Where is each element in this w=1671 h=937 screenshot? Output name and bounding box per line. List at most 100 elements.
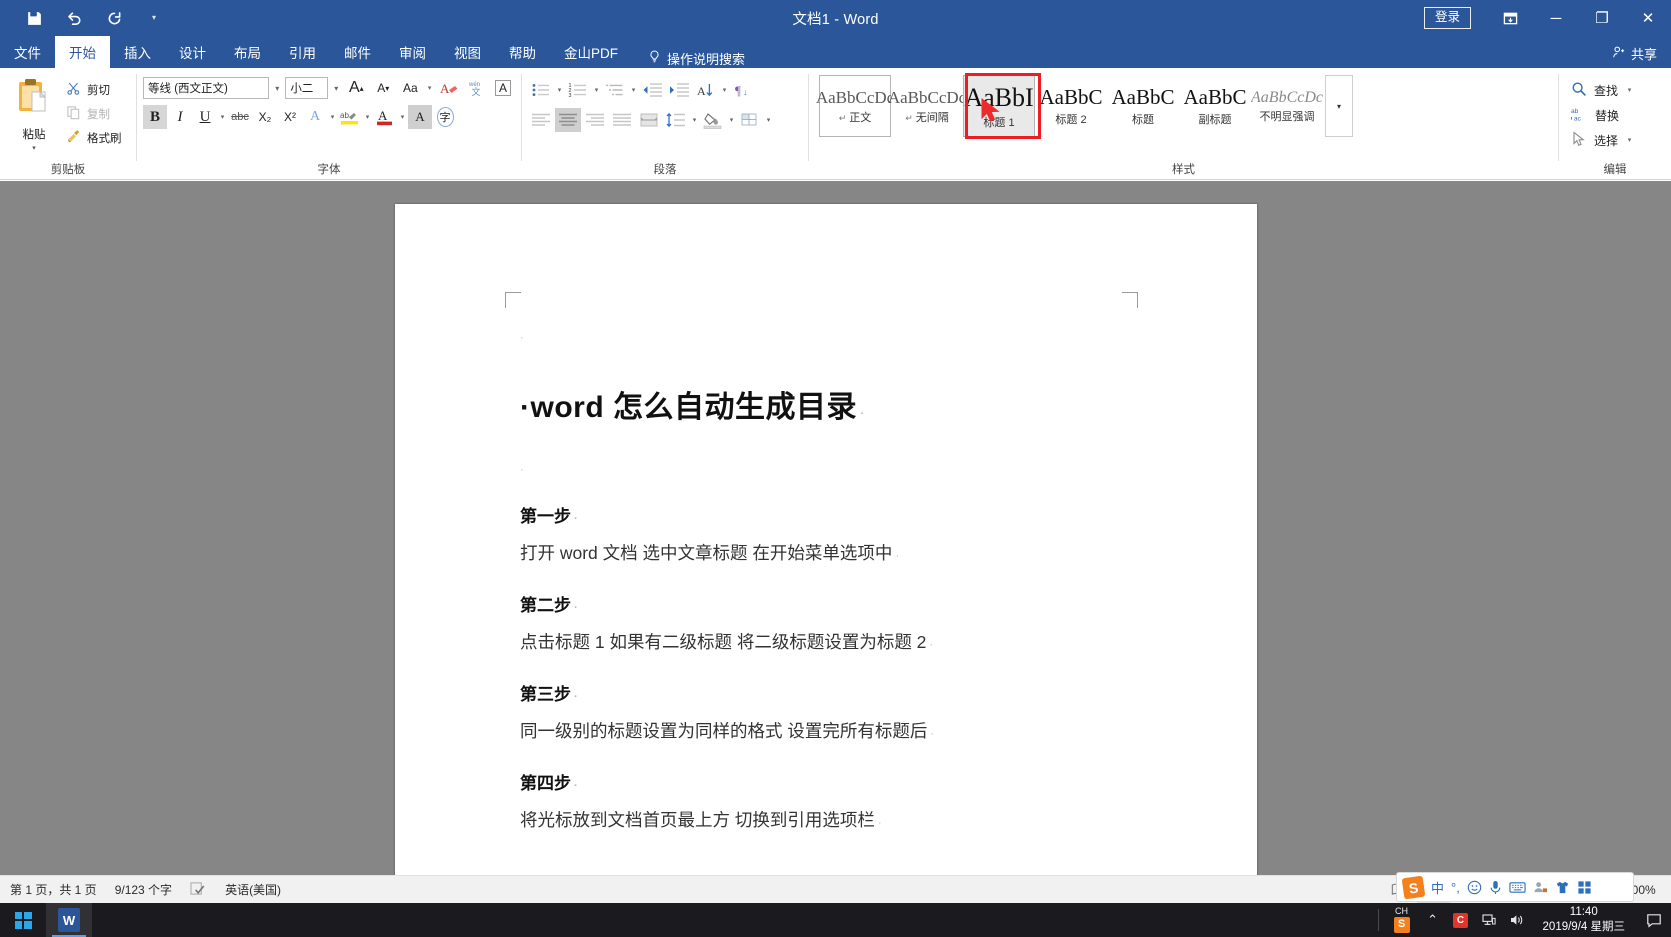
decrease-indent-button[interactable] xyxy=(639,78,665,102)
select-caret-icon[interactable]: ▾ xyxy=(1625,136,1634,144)
tab-home[interactable]: 开始 xyxy=(55,36,110,68)
document-canvas[interactable]: · ·word 怎么自动生成目录 · · 第一步 · 打开 word 文档 选中… xyxy=(0,181,1671,875)
minimize-button[interactable]: ─ xyxy=(1533,0,1579,36)
tab-file[interactable]: 文件 xyxy=(0,36,55,68)
ime-user-icon[interactable] xyxy=(1533,880,1548,894)
character-border-button[interactable]: A xyxy=(491,76,515,100)
font-name-input[interactable]: 等线 (西文正文) xyxy=(143,77,270,99)
shading-caret-icon[interactable]: ▾ xyxy=(727,116,736,124)
paste-caret-icon[interactable]: ▾ xyxy=(32,144,36,152)
tab-view[interactable]: 视图 xyxy=(440,36,495,68)
text-effects-caret-icon[interactable]: ▾ xyxy=(328,113,337,121)
tab-references[interactable]: 引用 xyxy=(275,36,330,68)
change-case-caret-icon[interactable]: ▾ xyxy=(425,84,434,92)
style-item-title[interactable]: AaBbC 标题 xyxy=(1107,75,1179,137)
sort-button[interactable]: A xyxy=(693,78,719,102)
redo-icon[interactable] xyxy=(94,3,134,33)
language-indicator[interactable]: 英语(美国) xyxy=(225,881,281,898)
font-size-caret-icon[interactable]: ▾ xyxy=(331,84,341,93)
page-indicator[interactable]: 第 1 页，共 1 页 xyxy=(10,881,97,898)
borders-button[interactable] xyxy=(737,108,763,132)
sort-caret-icon[interactable]: ▾ xyxy=(720,86,729,94)
phonetic-guide-button[interactable]: wén 文 xyxy=(464,76,488,100)
network-icon[interactable] xyxy=(1475,903,1503,937)
multilevel-caret-icon[interactable]: ▾ xyxy=(629,86,638,94)
strikethrough-button[interactable]: abc xyxy=(228,105,252,129)
ribbon-display-options-icon[interactable] xyxy=(1487,0,1533,36)
font-color-button[interactable]: A xyxy=(373,105,397,129)
bold-button[interactable]: B xyxy=(143,105,167,129)
find-caret-icon[interactable]: ▾ xyxy=(1625,86,1634,94)
shrink-font-button[interactable]: A ▾ xyxy=(371,76,395,100)
taskbar-clock[interactable]: 11:40 2019/9/4 星期三 xyxy=(1531,905,1637,935)
numbering-caret-icon[interactable]: ▾ xyxy=(592,86,601,94)
line-spacing-button[interactable] xyxy=(663,108,689,132)
tab-layout[interactable]: 布局 xyxy=(220,36,275,68)
clear-formatting-button[interactable]: A xyxy=(437,76,461,100)
borders-caret-icon[interactable]: ▾ xyxy=(764,116,773,124)
volume-icon[interactable] xyxy=(1503,903,1531,937)
document-page[interactable]: · ·word 怎么自动生成目录 · · 第一步 · 打开 word 文档 选中… xyxy=(395,204,1257,875)
select-button[interactable]: 选择 ▾ xyxy=(1571,129,1634,151)
customize-qat-caret-icon[interactable]: ▾ xyxy=(134,3,174,33)
underline-button[interactable]: U xyxy=(193,105,217,129)
tray-ime-indicator[interactable]: CH S xyxy=(1385,906,1419,933)
start-button[interactable] xyxy=(0,903,46,937)
font-size-input[interactable]: 小二 xyxy=(285,77,329,99)
show-formatting-marks-button[interactable]: ¶ ↓ xyxy=(730,78,756,102)
tab-insert[interactable]: 插入 xyxy=(110,36,165,68)
character-shading-button[interactable]: A xyxy=(408,105,432,129)
document-text[interactable]: · ·word 怎么自动生成目录 · · 第一步 · 打开 word 文档 选中… xyxy=(520,332,1140,832)
share-button[interactable]: 共享 xyxy=(1612,44,1657,63)
italic-button[interactable]: I xyxy=(168,105,192,129)
text-effects-button[interactable]: A xyxy=(303,105,327,129)
align-right-button[interactable] xyxy=(582,108,608,132)
ime-toolbox-icon[interactable] xyxy=(1577,880,1592,895)
replace-button[interactable]: ab ac 替换 xyxy=(1570,104,1634,126)
enclose-character-button[interactable]: 字 xyxy=(433,105,457,129)
ime-emoji-icon[interactable] xyxy=(1467,880,1482,895)
show-hidden-icons-button[interactable]: ⌃ xyxy=(1419,903,1447,937)
style-item-heading-1[interactable]: AaBbI 标题 1 xyxy=(963,75,1035,137)
ime-voice-icon[interactable] xyxy=(1489,880,1502,895)
tab-design[interactable]: 设计 xyxy=(165,36,220,68)
find-button[interactable]: 查找 ▾ xyxy=(1571,79,1634,101)
styles-more-button[interactable]: ▾ xyxy=(1325,75,1353,137)
style-item-subtitle[interactable]: AaBbC 副标题 xyxy=(1179,75,1251,137)
distribute-button[interactable] xyxy=(636,108,662,132)
shading-button[interactable] xyxy=(700,108,726,132)
close-button[interactable]: ✕ xyxy=(1625,0,1671,36)
tab-mailings[interactable]: 邮件 xyxy=(330,36,385,68)
ime-punctuation-icon[interactable]: °, xyxy=(1451,880,1460,895)
app-red-icon[interactable]: C xyxy=(1447,903,1475,937)
line-spacing-caret-icon[interactable]: ▾ xyxy=(690,116,699,124)
align-left-button[interactable] xyxy=(528,108,554,132)
word-taskbar-item[interactable]: W xyxy=(46,903,92,937)
align-center-button[interactable] xyxy=(555,108,581,132)
increase-indent-button[interactable] xyxy=(666,78,692,102)
grow-font-button[interactable]: A ▴ xyxy=(344,76,368,100)
paste-button[interactable]: 粘贴 ▾ xyxy=(6,73,62,152)
style-item-body[interactable]: AaBbCcDc ↵ 正文 xyxy=(816,75,894,137)
tell-me-search[interactable]: 操作说明搜索 xyxy=(632,49,745,68)
tab-review[interactable]: 审阅 xyxy=(385,36,440,68)
highlight-button[interactable]: ab xyxy=(338,105,362,129)
sign-in-button[interactable]: 登录 xyxy=(1423,7,1471,29)
bullets-caret-icon[interactable]: ▾ xyxy=(555,86,564,94)
ime-toolbar[interactable]: S 中 °, xyxy=(1396,872,1634,902)
tab-kingsoft-pdf[interactable]: 金山PDF xyxy=(550,36,632,68)
font-name-caret-icon[interactable]: ▾ xyxy=(272,84,282,93)
proofing-icon[interactable] xyxy=(190,881,207,899)
bullets-button[interactable] xyxy=(528,78,554,102)
ime-mode-toggle[interactable]: 中 xyxy=(1431,878,1444,897)
underline-caret-icon[interactable]: ▾ xyxy=(218,113,227,121)
superscript-button[interactable]: X² xyxy=(278,105,302,129)
subscript-button[interactable]: X₂ xyxy=(253,105,277,129)
cut-button[interactable]: 剪切 xyxy=(66,79,122,100)
notification-icon[interactable] xyxy=(1637,903,1671,937)
style-item-heading-2[interactable]: AaBbC 标题 2 xyxy=(1035,75,1107,137)
style-item-no-spacing[interactable]: AaBbCcDc ↵ 无间隔 xyxy=(888,75,966,137)
change-case-button[interactable]: Aa xyxy=(398,76,422,100)
tab-help[interactable]: 帮助 xyxy=(495,36,550,68)
restore-button[interactable]: ❐ xyxy=(1579,0,1625,36)
